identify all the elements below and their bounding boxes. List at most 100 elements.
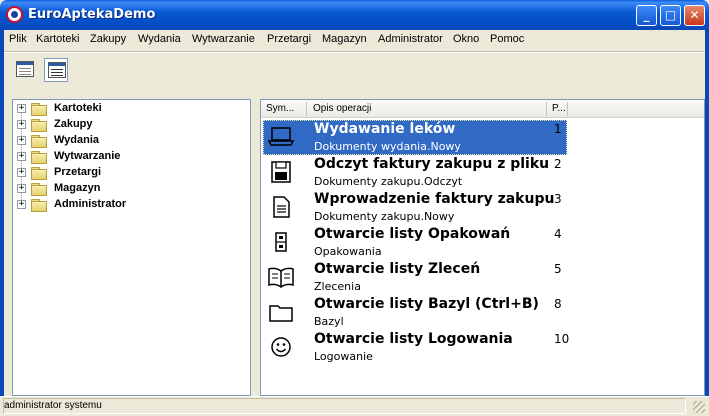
status-bar: administrator systemu — [0, 396, 709, 416]
window-frame-right — [705, 30, 709, 416]
operation-row[interactable]: Wprowadzenie faktury zakupu Dokumenty za… — [261, 190, 704, 225]
folder-icon — [31, 103, 47, 116]
tree-item-label: Administrator — [54, 198, 127, 210]
operation-row[interactable]: Otwarcie listy Zleceń Zlecenia 5 — [261, 260, 704, 295]
menu-plik[interactable]: Plik — [9, 33, 27, 45]
operation-description: Dokumenty wydania.Nowy — [314, 140, 461, 153]
menu-pomoc[interactable]: Pomoc — [490, 33, 524, 45]
floppy-disk-icon — [271, 161, 291, 183]
menu-okno[interactable]: Okno — [453, 33, 479, 45]
operation-number: 10 — [554, 332, 570, 346]
expand-icon[interactable]: + — [17, 184, 26, 193]
expand-icon[interactable]: + — [17, 120, 26, 129]
operation-description: Logowanie — [314, 350, 373, 363]
minimize-button[interactable]: _ — [636, 5, 657, 26]
operation-description: Dokumenty zakupu.Odczyt — [314, 175, 463, 188]
operation-number: 4 — [554, 227, 562, 241]
navigation-tree[interactable]: + Kartoteki + Zakupy + Wydania + Wytwarz… — [12, 99, 251, 396]
tree-item-kartoteki[interactable]: + Kartoteki — [17, 101, 237, 117]
column-divider[interactable] — [546, 102, 547, 116]
window-title: EuroAptekaDemo — [28, 7, 156, 22]
tree-item-label: Przetargi — [54, 166, 102, 178]
menu-bar: Plik Kartoteki Zakupy Wydania Wytwarzani… — [4, 30, 705, 50]
operations-list[interactable]: Sym... Opis operacji P... Wydawanie lekó… — [260, 99, 705, 396]
operation-row[interactable]: Odczyt faktury zakupu z pliku Dokumenty … — [261, 155, 704, 190]
operation-title: Otwarcie listy Bazyl (Ctrl+B) — [314, 296, 539, 312]
panel-splitter[interactable] — [251, 99, 260, 396]
operation-row[interactable]: Otwarcie listy Logowania Logowanie 10 — [261, 330, 704, 365]
tree-item-label: Zakupy — [54, 118, 93, 130]
operation-row[interactable]: Otwarcie listy Opakowań Opakowania 4 — [261, 225, 704, 260]
status-text: administrator systemu — [4, 400, 102, 411]
operation-title: Wprowadzenie faktury zakupu — [314, 191, 555, 207]
cabinet-icon — [275, 232, 287, 252]
maximize-button[interactable]: □ — [660, 5, 681, 26]
window-frame-left — [0, 30, 4, 416]
list-header: Sym... Opis operacji P... — [261, 100, 704, 118]
menu-zakupy[interactable]: Zakupy — [90, 33, 126, 45]
operation-number: 2 — [554, 157, 562, 171]
expand-icon[interactable]: + — [17, 136, 26, 145]
operation-row[interactable]: Otwarcie listy Bazyl (Ctrl+B) Bazyl 8 — [261, 295, 704, 330]
operation-title: Otwarcie listy Opakowań — [314, 226, 511, 242]
folder-icon — [31, 167, 47, 180]
tree-item-magazyn[interactable]: + Magazyn — [17, 181, 237, 197]
operation-title: Odczyt faktury zakupu z pliku — [314, 156, 550, 172]
column-header-description[interactable]: Opis operacji — [313, 103, 371, 114]
folder-outline-icon — [269, 305, 293, 322]
tree-item-wydania[interactable]: + Wydania — [17, 133, 237, 149]
operation-description: Bazyl — [314, 315, 344, 328]
status-pane — [3, 398, 686, 414]
open-book-icon — [268, 267, 294, 288]
menu-wytwarzanie[interactable]: Wytwarzanie — [192, 33, 255, 45]
folder-icon — [31, 199, 47, 212]
menu-administrator[interactable]: Administrator — [378, 33, 443, 45]
operation-title: Wydawanie leków — [314, 121, 456, 137]
folder-icon — [31, 151, 47, 164]
list-view-icon — [16, 61, 34, 77]
menu-kartoteki[interactable]: Kartoteki — [36, 33, 79, 45]
close-button[interactable]: ✕ — [684, 5, 705, 26]
folder-icon — [31, 119, 47, 132]
operation-title: Otwarcie listy Logowania — [314, 331, 513, 347]
document-icon — [273, 196, 290, 218]
expand-icon[interactable]: + — [17, 200, 26, 209]
title-bar[interactable]: EuroAptekaDemo _ □ ✕ — [0, 0, 709, 30]
expand-icon[interactable]: + — [17, 152, 26, 161]
column-header-priority[interactable]: P... — [552, 103, 566, 114]
tree-item-label: Wytwarzanie — [54, 150, 121, 162]
menu-magazyn[interactable]: Magazyn — [322, 33, 367, 45]
tree-item-label: Kartoteki — [54, 102, 102, 114]
operation-description: Dokumenty zakupu.Nowy — [314, 210, 455, 223]
tree-item-przetargi[interactable]: + Przetargi — [17, 165, 237, 181]
operation-number: 3 — [554, 192, 562, 206]
operation-description: Opakowania — [314, 245, 382, 258]
list-view-button[interactable] — [13, 58, 37, 82]
operation-number: 1 — [554, 122, 562, 136]
menu-przetargi[interactable]: Przetargi — [267, 33, 311, 45]
operation-row[interactable]: Wydawanie leków Dokumenty wydania.Nowy 1 — [261, 120, 704, 155]
tree-item-zakupy[interactable]: + Zakupy — [17, 117, 237, 133]
tree-item-administrator[interactable]: + Administrator — [17, 197, 237, 213]
expand-icon[interactable]: + — [17, 168, 26, 177]
app-logo-icon[interactable] — [6, 6, 23, 23]
operation-number: 5 — [554, 262, 562, 276]
tree-item-label: Magazyn — [54, 182, 101, 194]
toolbar-divider-highlight — [4, 52, 705, 53]
laptop-icon — [267, 127, 295, 146]
menu-wydania[interactable]: Wydania — [138, 33, 181, 45]
column-header-symbol[interactable]: Sym... — [266, 103, 294, 114]
resize-grip-icon[interactable] — [693, 401, 705, 413]
column-divider[interactable] — [567, 102, 568, 116]
operation-description: Zlecenia — [314, 280, 361, 293]
tree-item-label: Wydania — [54, 134, 100, 146]
tree-item-wytwarzanie[interactable]: + Wytwarzanie — [17, 149, 237, 165]
details-view-button[interactable] — [44, 58, 68, 82]
details-view-icon — [48, 62, 66, 78]
operation-number: 8 — [554, 297, 562, 311]
folder-icon — [31, 183, 47, 196]
expand-icon[interactable]: + — [17, 104, 26, 113]
operation-title: Otwarcie listy Zleceń — [314, 261, 481, 277]
folder-icon — [31, 135, 47, 148]
column-divider[interactable] — [306, 102, 307, 116]
